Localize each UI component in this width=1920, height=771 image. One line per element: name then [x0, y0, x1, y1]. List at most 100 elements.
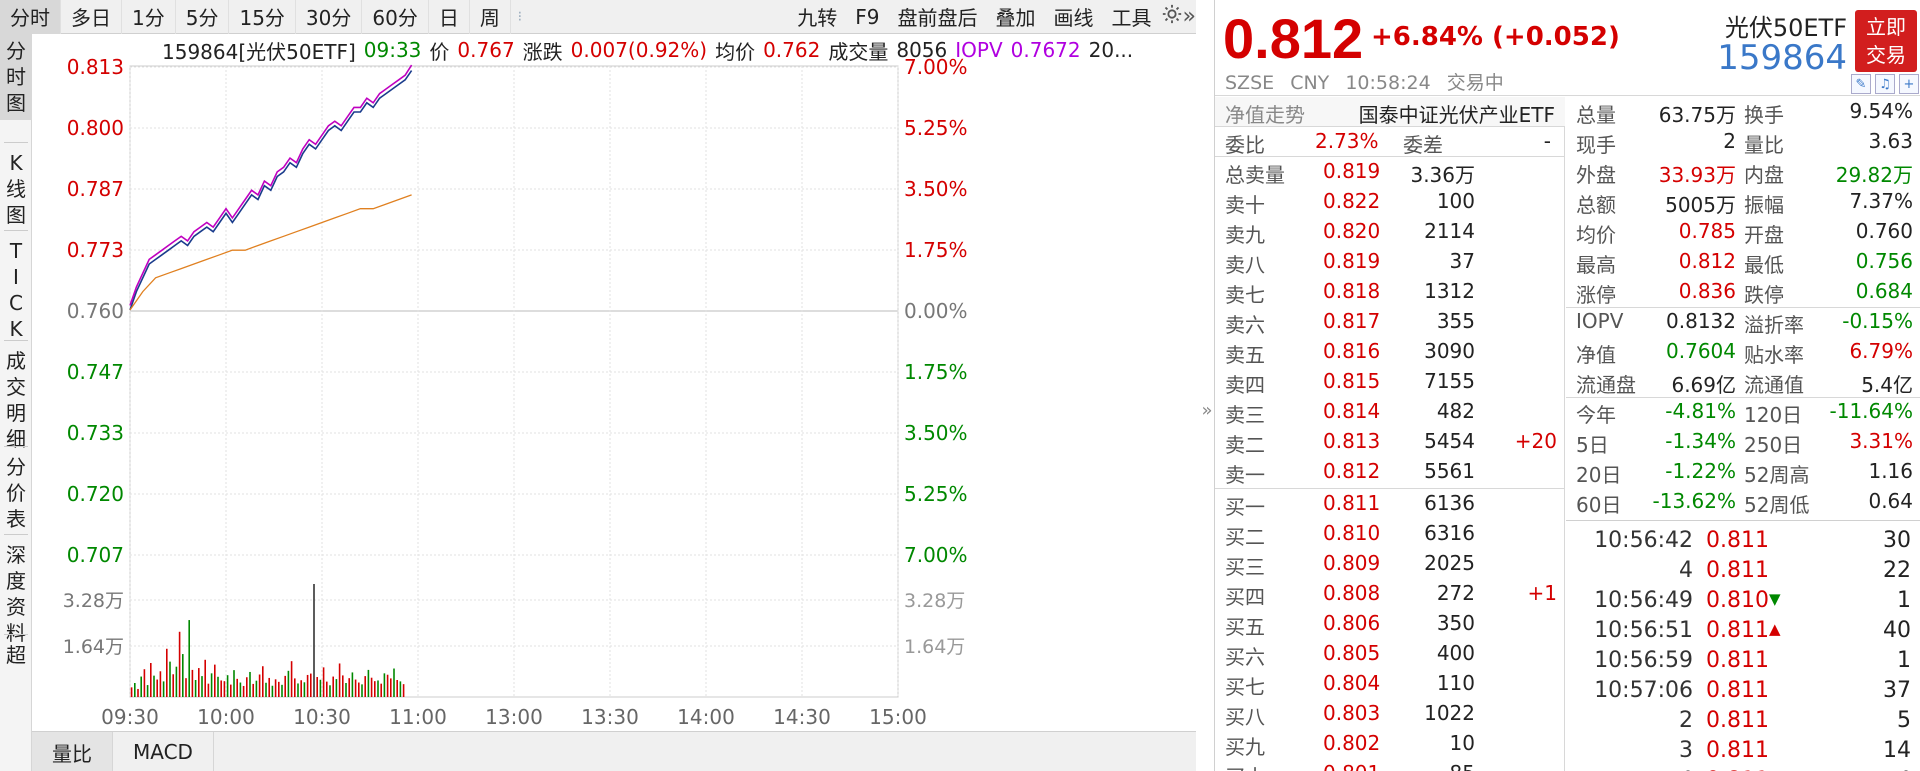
ob-label: 卖三 [1225, 403, 1265, 427]
tick-volume: 30 [1883, 528, 1911, 553]
sidebar-char: 图 [6, 203, 26, 227]
period-tab-0[interactable]: 分时 [0, 0, 61, 34]
stat-label: 最高 [1576, 253, 1616, 277]
period-tab-7[interactable]: 日 [429, 0, 470, 34]
tool-item-2[interactable]: 盘前盘后 [889, 0, 987, 34]
edit-icon[interactable]: ✎ [1851, 74, 1871, 94]
stat-label: 5日 [1576, 433, 1609, 457]
sidebar-tab-2[interactable]: TICK [0, 234, 32, 346]
weibi-value: 2.73% [1315, 129, 1379, 153]
sidebar-char: 价 [6, 481, 26, 505]
sidebar-tab-6[interactable]: 超 [0, 638, 32, 672]
ob-volume: 6316 [1424, 521, 1475, 545]
ob-label: 卖五 [1225, 343, 1265, 367]
period-tab-3[interactable]: 5分 [176, 0, 230, 34]
trade-now-button[interactable]: 立即 交易 [1855, 10, 1917, 72]
period-tab-4[interactable]: 15分 [229, 0, 296, 34]
sidebar-tab-4[interactable]: 分价表 [0, 450, 32, 536]
ob-label: 买九 [1225, 735, 1265, 759]
tick-volume: 14 [1883, 738, 1911, 763]
exchange: SZSE [1225, 72, 1275, 94]
volume-tick-left: 1.64万 [63, 636, 124, 658]
tool-item-1[interactable]: F9 [846, 0, 888, 34]
intraday-chart[interactable]: 0.813 7.00% 0.800 5.25% 0.787 3.50% 0.773 1.75%… [32, 34, 1196, 729]
y-tick-right: 7.00% [904, 543, 968, 567]
tick-row: 2 0.811 5 [1566, 707, 1920, 737]
nav-row[interactable]: 净值走势 国泰中证光伏产业ETF [1215, 97, 1565, 127]
ob-price: 0.805 [1323, 641, 1381, 665]
ob-price: 0.820 [1323, 219, 1381, 243]
view-sidebar: 分时图K线图TICK成交明细分价表深度资料超 [0, 34, 32, 771]
stats-row: 总额 5005万 振幅 7.37% [1566, 187, 1920, 217]
ob-label: 买八 [1225, 705, 1265, 729]
ob-label: 买一 [1225, 495, 1265, 519]
weicha-label: 委差 [1403, 133, 1443, 157]
sidebar-char: 交 [6, 375, 26, 399]
ob-label: 卖九 [1225, 223, 1265, 247]
indicator-tab-0[interactable]: 量比 [32, 732, 113, 771]
collapse-panel-icon[interactable]: » [1200, 350, 1214, 470]
stat-label: 今年 [1576, 403, 1616, 427]
fund-full-name: 国泰中证光伏产业ETF [1358, 103, 1555, 127]
y-tick-left: 0.733 [67, 421, 124, 445]
bell-icon[interactable]: ♫ [1875, 74, 1895, 94]
info-iopv-label: IOPV [955, 38, 1003, 62]
period-tab-6[interactable]: 60分 [362, 0, 429, 34]
sidebar-char: 深 [6, 543, 26, 567]
more-dots-icon[interactable]: ⁝ [511, 9, 529, 25]
ob-price: 0.804 [1323, 671, 1381, 695]
ob-price: 0.817 [1323, 309, 1381, 333]
sidebar-tab-3[interactable]: 成交明细 [0, 344, 32, 456]
ob-volume: 2025 [1424, 551, 1475, 575]
stat-value: 5.4亿 [1861, 373, 1913, 397]
period-tab-2[interactable]: 1分 [122, 0, 176, 34]
add-icon[interactable]: + [1899, 74, 1919, 94]
ob-volume: 3090 [1424, 339, 1475, 363]
period-tab-8[interactable]: 周 [470, 0, 511, 34]
tool-item-4[interactable]: 画线 [1045, 0, 1103, 34]
chart-canvas[interactable]: 0.813 7.00% 0.800 5.25% 0.787 3.50% 0.773 1.75%… [32, 34, 1196, 729]
tool-item-3[interactable]: 叠加 [987, 0, 1045, 34]
volume-tick-right: 1.64万 [904, 636, 965, 658]
tick-time: 2 [1679, 708, 1693, 733]
stat-value: 9.54% [1849, 99, 1913, 123]
sidebar-divider [4, 340, 28, 341]
x-tick-label: 11:00 [389, 705, 447, 729]
tick-price: 0.811 [1706, 558, 1769, 583]
indicator-tab-1[interactable]: MACD [113, 732, 214, 771]
tick-row: 3 0.811 14 [1566, 737, 1920, 767]
ob-price: 0.801 [1323, 761, 1380, 771]
tick-volume: 22 [1883, 558, 1911, 583]
stats-row: 5日 -1.34% 250日 3.31% [1566, 427, 1920, 457]
quote-time: 10:58:24 [1345, 72, 1431, 94]
ob-volume: 3.36万 [1410, 163, 1475, 187]
order-book-row: 卖四 0.815 7155 [1215, 367, 1565, 397]
tool-item-5[interactable]: 工具 [1103, 0, 1161, 34]
stats-row: 60日 -13.62% 52周低 0.64 [1566, 487, 1920, 517]
sidebar-tab-1[interactable]: K线图 [0, 146, 32, 232]
sidebar-tab-0[interactable]: 分时图 [0, 34, 32, 120]
stat-value: 3.63 [1868, 129, 1913, 153]
tick-volume: 40 [1883, 618, 1911, 643]
sidebar-divider [4, 634, 28, 635]
stat-value: 2 [1723, 129, 1736, 153]
ob-label: 买七 [1225, 675, 1265, 699]
tick-list[interactable]: 10:56:42 0.811 30 4 0.811 22 10:56:49 0.810 ▼ 1 10… [1566, 520, 1920, 771]
ob-price: 0.811 [1323, 491, 1381, 515]
order-book-row: 卖八 0.819 37 [1215, 247, 1565, 277]
quote-stats: 总量 63.75万 换手 9.54% 现手 2 量比 3.63 外盘 33.93万 内盘 29.82万… [1566, 97, 1920, 517]
expand-chevron-icon[interactable]: » [1183, 4, 1196, 29]
stat-value: -4.81% [1665, 399, 1736, 423]
period-tab-1[interactable]: 多日 [61, 0, 122, 34]
ob-price: 0.810 [1323, 521, 1381, 545]
gear-icon[interactable] [1161, 3, 1183, 30]
stat-value: 0.812 [1678, 249, 1736, 273]
tick-time: 10:56:59 [1594, 648, 1693, 673]
sidebar-char: 线 [6, 177, 26, 201]
period-tab-5[interactable]: 30分 [296, 0, 363, 34]
ob-price: 0.819 [1323, 159, 1381, 183]
stats-row: 外盘 33.93万 内盘 29.82万 [1566, 157, 1920, 187]
y-tick-left: 0.707 [67, 543, 124, 567]
tool-item-0[interactable]: 九转 [788, 0, 846, 34]
ob-volume: 6136 [1424, 491, 1475, 515]
